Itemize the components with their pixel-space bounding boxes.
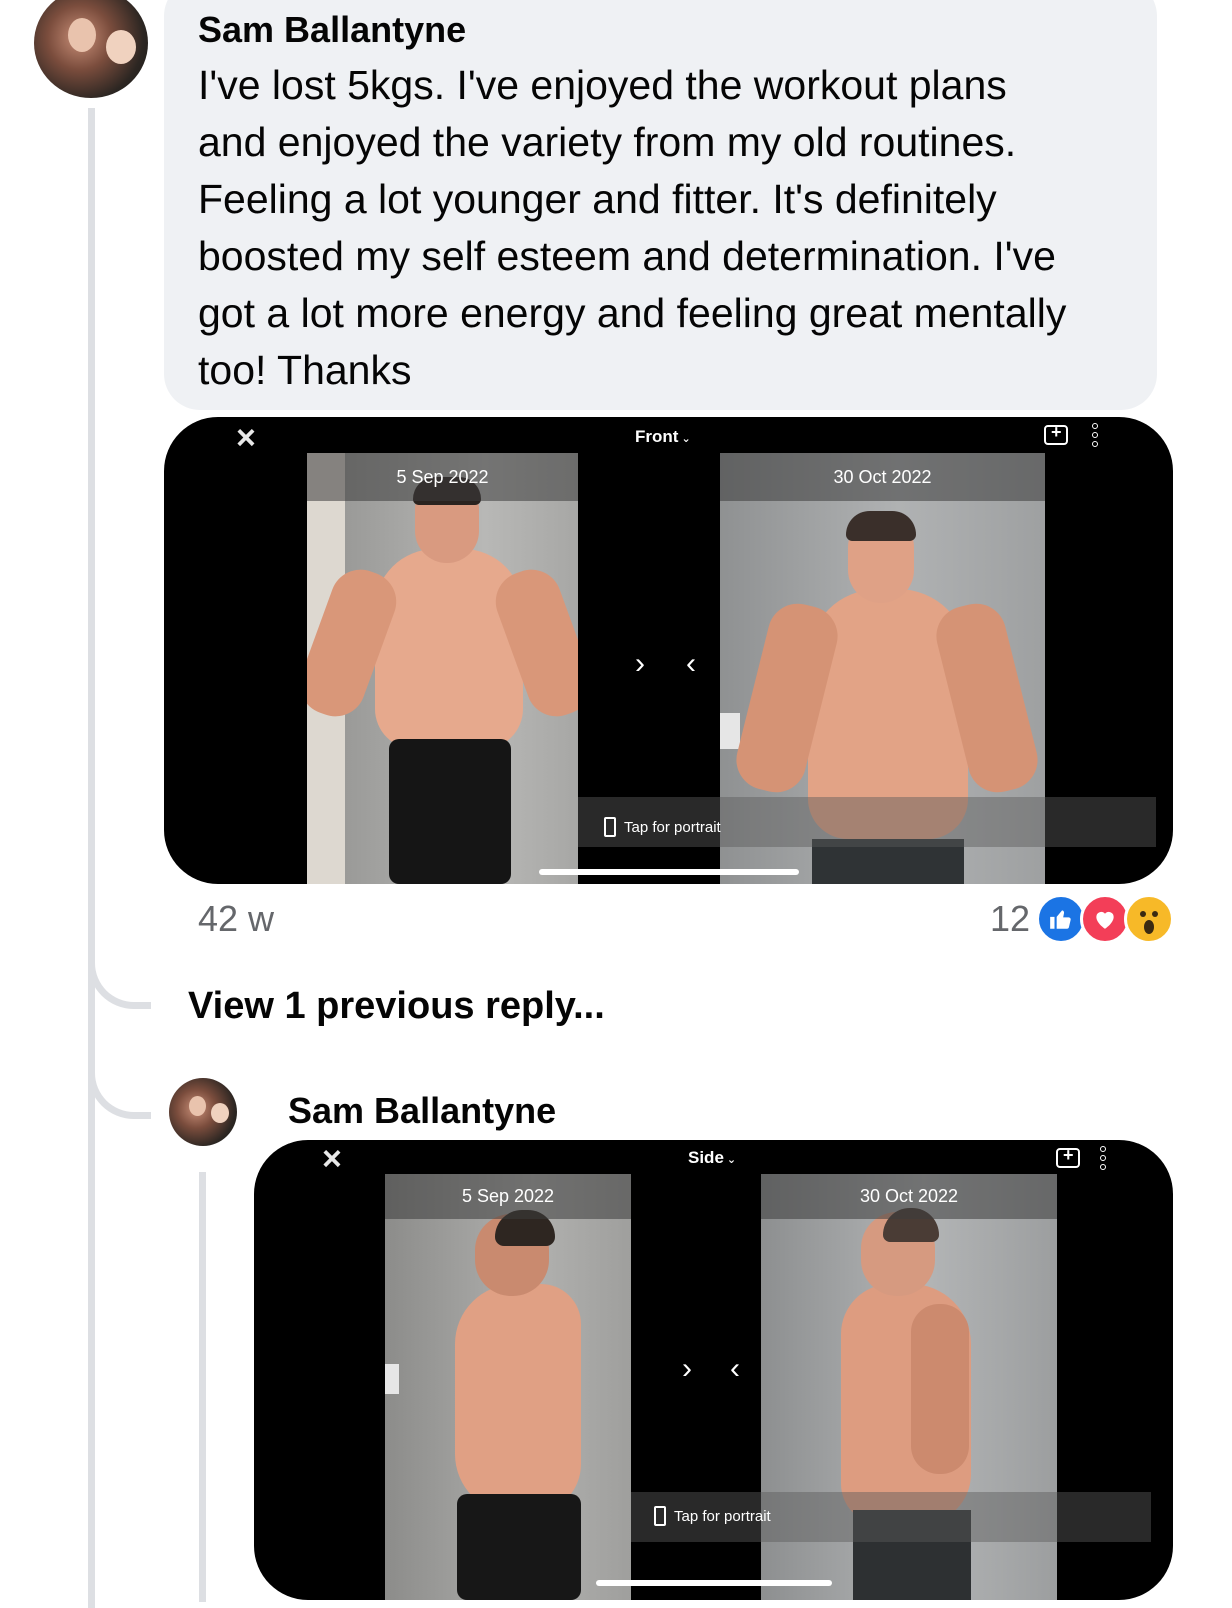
person-shorts [389, 739, 511, 884]
add-comment-icon[interactable] [1044, 422, 1068, 445]
after-date: 30 Oct 2022 [761, 1174, 1057, 1219]
before-photo[interactable]: 5 Sep 2022 [385, 1174, 631, 1600]
home-indicator [539, 869, 799, 875]
tap-label: Tap for portrait [674, 1507, 771, 1525]
person-torso [375, 549, 523, 749]
home-indicator [596, 1580, 832, 1586]
thread-connector [88, 940, 151, 1009]
close-icon[interactable]: × [322, 1142, 342, 1176]
next-arrow[interactable]: › [635, 647, 645, 681]
thread-line [88, 108, 95, 1608]
view-label: Side [688, 1148, 724, 1167]
comment-timestamp[interactable]: 42 w [198, 898, 274, 940]
next-arrow[interactable]: › [682, 1352, 692, 1386]
view-label: Front [635, 427, 679, 446]
tap-for-portrait[interactable]: Tap for portrait [654, 1506, 771, 1526]
comment-author[interactable]: Sam Ballantyne [198, 10, 466, 50]
before-date: 5 Sep 2022 [385, 1174, 631, 1219]
love-icon [1080, 894, 1130, 944]
thread-connector [88, 1050, 151, 1119]
tap-for-portrait[interactable]: Tap for portrait [604, 817, 721, 837]
tap-label: Tap for portrait [624, 818, 721, 836]
view-previous-replies-link[interactable]: View 1 previous reply... [188, 985, 605, 1028]
after-date: 30 Oct 2022 [720, 453, 1045, 501]
view-selector[interactable]: Side ⌄ [688, 1148, 736, 1168]
progress-photo-card-side[interactable]: × Side⌄ 5 Sep 2022 30 Oct 2022 › ‹ Tap f… [254, 1140, 1173, 1600]
before-photo[interactable]: 5 Sep 2022 [307, 453, 578, 884]
like-icon [1036, 894, 1086, 944]
view-selector[interactable]: Front ⌄ [635, 427, 691, 447]
avatar[interactable] [34, 0, 148, 98]
phone-icon [654, 1506, 666, 1526]
more-options-icon[interactable] [1092, 423, 1100, 450]
person-shorts [457, 1494, 581, 1600]
chevron-down-icon: ⌄ [726, 1154, 737, 1166]
wow-icon [1124, 894, 1174, 944]
more-options-icon[interactable] [1100, 1146, 1108, 1173]
person-torso [455, 1284, 581, 1514]
close-icon[interactable]: × [236, 421, 256, 455]
prev-arrow[interactable]: ‹ [686, 647, 696, 681]
reaction-count: 12 [989, 898, 1030, 939]
prev-arrow[interactable]: ‹ [730, 1352, 740, 1386]
progress-photo-card-front[interactable]: × Front⌄ 5 Sep 2022 30 Oct 2022 › ‹ Tap … [164, 417, 1173, 884]
chevron-down-icon: ⌄ [681, 433, 691, 445]
reply-avatar[interactable] [169, 1078, 237, 1146]
reactions-summary[interactable]: 12 [990, 894, 1174, 944]
reply-thread-line [199, 1172, 206, 1602]
before-date: 5 Sep 2022 [307, 453, 578, 501]
reply-author[interactable]: Sam Ballantyne [288, 1091, 556, 1131]
phone-icon [604, 817, 616, 837]
add-comment-icon[interactable] [1056, 1145, 1080, 1168]
comment-text: I've lost 5kgs. I've enjoyed the workout… [198, 62, 1067, 393]
